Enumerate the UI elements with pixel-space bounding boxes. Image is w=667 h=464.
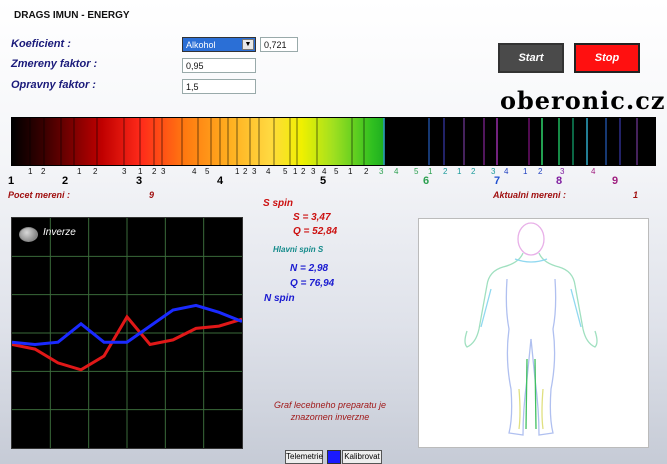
major-scale-label: 1 (8, 175, 15, 187)
app-title: DRAGS IMUN - ENERGY (14, 10, 130, 21)
inverze-toggle[interactable] (19, 227, 38, 242)
koeficient-label: Koeficient : (11, 38, 71, 50)
stop-button[interactable]: Stop (574, 43, 640, 73)
major-scale-label: 9 (612, 175, 619, 187)
telemetrie-button[interactable]: Telemetrie (285, 450, 323, 464)
koeficient-select[interactable]: Alkohol ▼ (182, 37, 256, 52)
zmereny-faktor-field[interactable]: 0,95 (182, 58, 256, 73)
inverze-label: Inverze (43, 227, 76, 238)
start-button[interactable]: Start (498, 43, 564, 73)
spectrum-bar (11, 117, 656, 166)
n-spin-n-value: N = 2,98 (290, 263, 329, 274)
s-spin-q-value: Q = 52,84 (293, 226, 338, 237)
s-spin-s-value: S = 3,47 (293, 212, 331, 223)
opravny-faktor-field[interactable]: 1,5 (182, 79, 256, 94)
koeficient-select-value: Alkohol (186, 40, 216, 50)
aktualni-mereni-label: Aktualni mereni : (493, 190, 567, 200)
major-scale-label: 7 (494, 175, 501, 187)
graph-note-line2: znazornen inverzne (290, 412, 370, 422)
major-scale-label: 5 (320, 175, 327, 187)
color-swatch[interactable] (327, 450, 341, 464)
koeficient-value-field[interactable]: 0,721 (260, 37, 298, 52)
major-scale: 1 2 3 4 5 6 7 8 9 (0, 175, 667, 189)
n-spin-q-value: Q = 76,94 (290, 278, 335, 289)
graph-note: Graf lecebneho preparatu je znazornen in… (255, 399, 405, 423)
body-aura-figure (464, 222, 598, 436)
zmereny-faktor-label: Zmereny faktor : (11, 58, 98, 70)
chevron-down-icon[interactable]: ▼ (242, 39, 254, 50)
major-scale-label: 2 (62, 175, 69, 187)
graph-svg (11, 218, 243, 448)
major-scale-label: 4 (217, 175, 224, 187)
graph-note-line1: Graf lecebneho preparatu je (273, 400, 387, 410)
brand-logo: oberonic.cz (500, 86, 666, 115)
opravny-faktor-label: Opravny faktor : (11, 79, 96, 91)
s-spin-label: S spin (263, 198, 294, 209)
body-aura-panel (418, 218, 649, 448)
major-scale-label: 6 (423, 175, 430, 187)
kalibrovat-button[interactable]: Kalibrovat (342, 450, 382, 464)
spectrum-svg (12, 118, 655, 165)
aktualni-mereni-value: 1 (633, 190, 639, 200)
pocet-mereni-value: 9 (149, 190, 155, 200)
major-scale-label: 3 (136, 175, 143, 187)
n-spin-label: N spin (264, 293, 295, 304)
hlavni-spin-label: Hlavni spin S (273, 245, 324, 254)
spin-graph: Inverze (11, 217, 243, 449)
pocet-mereni-label: Pocet mereni : (8, 190, 71, 200)
major-scale-label: 8 (556, 175, 563, 187)
